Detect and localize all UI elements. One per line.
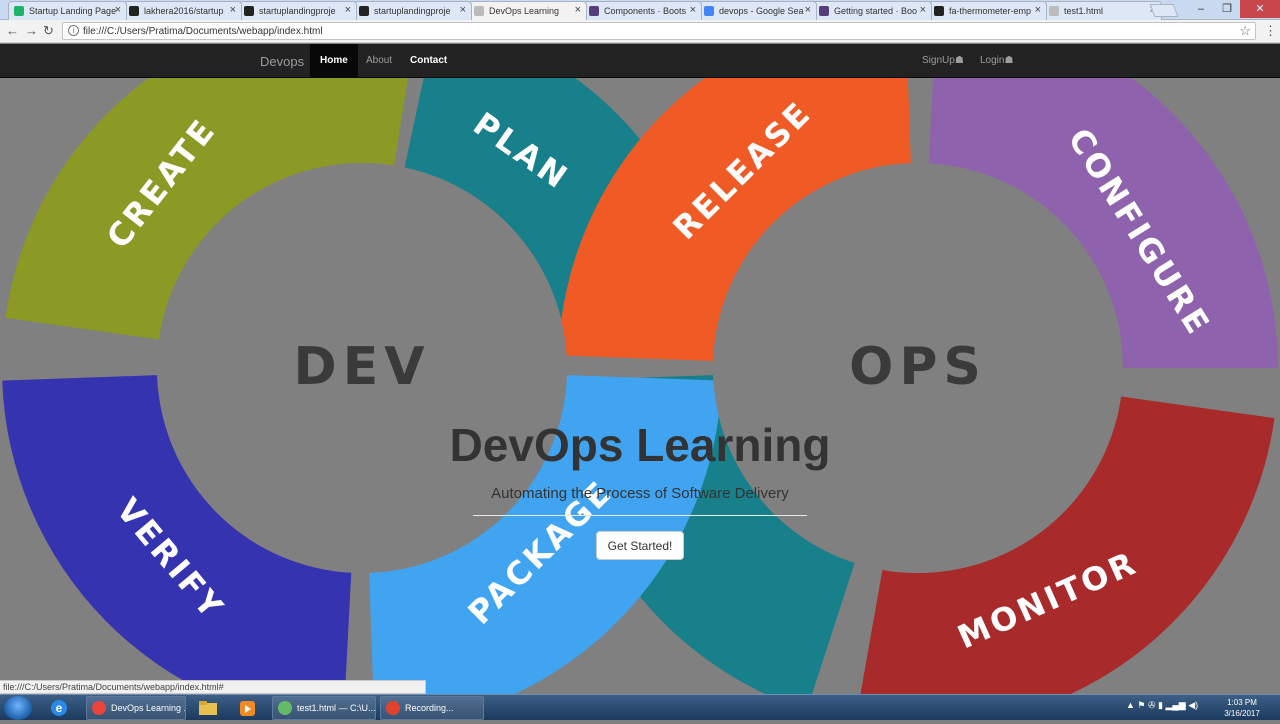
taskbar-item-label: Recording... (405, 703, 454, 713)
system-tray-icons[interactable]: ▲ ⚑ ✇ ▮ ▂▄▆ ◀) (1126, 700, 1198, 711)
tab-title: test1.html (1064, 6, 1104, 16)
browser-tab[interactable]: startuplandingproje × (238, 1, 357, 20)
nav-link-home[interactable]: Home (310, 44, 358, 78)
maximize-button[interactable]: ❐ (1214, 0, 1240, 18)
tab-favicon-icon (14, 6, 24, 16)
recorder-icon (386, 701, 400, 715)
browser-menu-icon[interactable]: ⋮ (1264, 23, 1277, 39)
tab-close-icon[interactable]: × (575, 4, 581, 16)
tab-close-icon[interactable]: × (230, 4, 236, 16)
hero-title: DevOps Learning (449, 419, 831, 471)
clock-time: 1:03 PM (1227, 698, 1257, 707)
address-url[interactable]: file:///C:/Users/Pratima/Documents/webap… (83, 26, 323, 37)
tab-title: fa-thermometer-emp (949, 6, 1032, 16)
nav-link-about[interactable]: About (356, 44, 402, 78)
site-navbar: Devops Home About Contact SignUp☗ Login☗ (0, 44, 1280, 78)
new-tab-button[interactable] (1149, 4, 1179, 17)
tab-close-icon[interactable]: × (460, 4, 466, 16)
chrome-icon (92, 701, 106, 715)
tab-title: DevOps Learning (489, 6, 560, 16)
tab-favicon-icon (934, 6, 944, 16)
minimize-button[interactable]: – (1188, 0, 1214, 18)
tab-title: startuplandingproje (259, 6, 336, 16)
back-arrow-icon[interactable]: ← (6, 23, 19, 39)
ie-pinned-icon[interactable]: e (44, 697, 78, 719)
tab-favicon-icon (819, 6, 829, 16)
address-bar[interactable]: i file:///C:/Users/Pratima/Documents/web… (62, 22, 1256, 40)
navbar-brand[interactable]: Devops (260, 54, 304, 69)
taskbar-clock[interactable]: 1:03 PM 3/16/2017 (1220, 697, 1264, 719)
tab-close-icon[interactable]: × (345, 4, 351, 16)
browser-tab[interactable]: startuplandingproje × (353, 1, 472, 20)
dev-label: DEV (294, 337, 431, 397)
tab-close-icon[interactable]: × (115, 4, 121, 16)
nav-link-login[interactable]: Login☗ (970, 44, 1023, 78)
browser-tab[interactable]: Components · Boots × (583, 1, 702, 20)
tab-favicon-icon (589, 6, 599, 16)
browser-tab[interactable]: test1.html× (1043, 1, 1162, 20)
taskbar-item-atom[interactable]: test1.html — C:\U... (272, 696, 376, 720)
tab-close-icon[interactable]: × (805, 4, 811, 16)
hero-divider (473, 515, 807, 516)
nav-link-signup[interactable]: SignUp☗ (912, 44, 974, 78)
tab-title: Getting started · Boo (834, 6, 918, 16)
tab-title: devops - Google Sea (719, 6, 804, 16)
reload-icon[interactable]: ↻ (43, 23, 54, 39)
user-icon: ☗ (954, 55, 964, 66)
browser-tab[interactable]: Startup Landing Page × (8, 1, 127, 20)
browser-tab[interactable]: Getting started · Boo × (813, 1, 932, 20)
forward-arrow-icon[interactable]: → (25, 23, 38, 39)
tab-title: Startup Landing Page (29, 6, 117, 16)
tab-title: startuplandingproje (374, 6, 451, 16)
bookmark-star-icon[interactable]: ☆ (1239, 23, 1251, 39)
taskbar-item-recorder[interactable]: Recording... (380, 696, 484, 720)
tab-favicon-icon (474, 6, 484, 16)
user-icon: ☗ (1004, 55, 1014, 66)
start-button[interactable] (4, 696, 32, 720)
ops-label: OPS (849, 337, 987, 397)
window-close-button[interactable]: ✕ (1240, 0, 1280, 18)
tab-title: lakhera2016/startup (144, 6, 224, 16)
tab-favicon-icon (704, 6, 714, 16)
page-info-icon[interactable]: i (68, 25, 79, 36)
browser-tab-strip: test1.html×fa-thermometer-emp×Getting st… (0, 0, 1280, 21)
tab-favicon-icon (129, 6, 139, 16)
taskbar-item-chrome[interactable]: DevOps Learning ... (86, 696, 186, 720)
svg-text:e: e (56, 701, 63, 715)
tab-close-icon[interactable]: × (1035, 4, 1041, 16)
tab-title: Components · Boots (604, 6, 687, 16)
browser-tab[interactable]: lakhera2016/startup × (123, 1, 242, 20)
browser-tab[interactable]: DevOps Learning × (468, 1, 587, 21)
tab-favicon-icon (244, 6, 254, 16)
browser-tab[interactable]: devops - Google Sea × (698, 1, 817, 20)
login-label: Login (980, 55, 1005, 66)
tab-favicon-icon (1049, 6, 1059, 16)
devops-infinity-loop: DEV OPSCREATE PLANVERIFY PACKAGERELEASE CONF… (2, 78, 1278, 694)
taskbar-item-label: test1.html — C:\U... (297, 703, 376, 713)
clock-date: 3/16/2017 (1224, 709, 1260, 718)
tab-close-icon[interactable]: × (690, 4, 696, 16)
status-url-bubble: file:///C:/Users/Pratima/Documents/webap… (0, 680, 426, 694)
windows-taskbar: e DevOps Learning ... test1.html — C:\U.… (0, 694, 1280, 720)
browser-tab[interactable]: fa-thermometer-emp × (928, 1, 1047, 20)
nav-link-contact[interactable]: Contact (400, 44, 457, 78)
get-started-button[interactable]: Get Started! (596, 531, 684, 560)
media-player-icon[interactable] (232, 697, 266, 719)
hero-section: DEV OPS CREATE PLAN VERIFY PACKAGE RELEASE CONF… (0, 78, 1280, 694)
file-explorer-icon[interactable] (192, 697, 226, 719)
browser-toolbar: ← → ↻ i file:///C:/Users/Pratima/Documen… (0, 20, 1280, 43)
tab-close-icon[interactable]: × (920, 4, 926, 16)
taskbar-item-label: DevOps Learning ... (111, 703, 186, 713)
tab-favicon-icon (359, 6, 369, 16)
hero-subtitle: Automating the Process of Software Deliv… (491, 485, 789, 502)
atom-icon (278, 701, 292, 715)
signup-label: SignUp (922, 55, 955, 66)
